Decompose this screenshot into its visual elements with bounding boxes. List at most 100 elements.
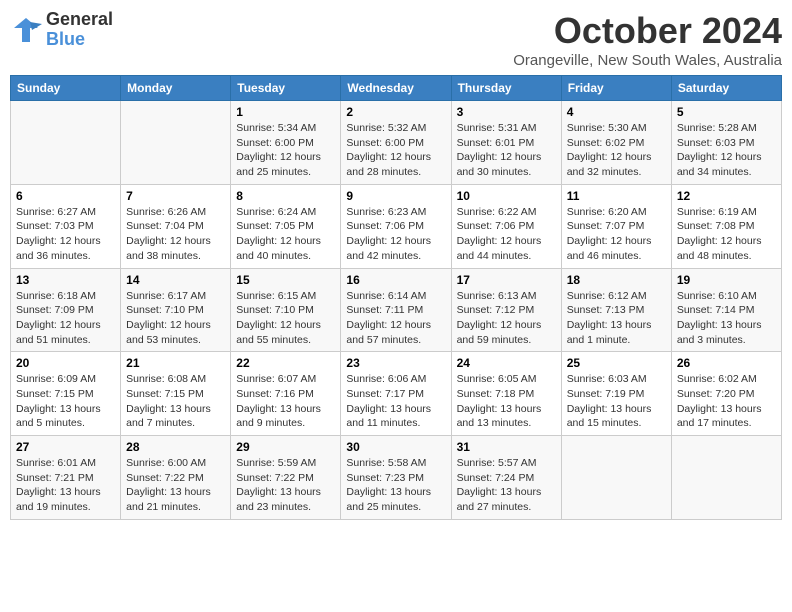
calendar-cell: 19 Sunrise: 6:10 AM Sunset: 7:14 PM Dayli…	[671, 268, 781, 352]
calendar-cell: 25Sunrise: 6:03 AM Sunset: 7:19 PM Dayli…	[561, 352, 671, 436]
calendar-cell	[561, 436, 671, 520]
calendar-week: 20 Sunrise: 6:09 AM Sunset: 7:15 PM Dayli…	[11, 352, 782, 436]
day-number: 21	[126, 356, 225, 370]
day-info: Sunrise: 5:32 AM Sunset: 6:00 PM Dayligh…	[346, 121, 445, 180]
day-number: 26	[677, 356, 776, 370]
day-number: 3	[457, 105, 556, 119]
calendar-cell: 31 Sunrise: 5:57 AM Sunset: 7:24 PM Dayli…	[451, 436, 561, 520]
day-number: 25	[567, 356, 666, 370]
calendar-cell: 24Sunrise: 6:05 AM Sunset: 7:18 PM Dayli…	[451, 352, 561, 436]
day-number: 12	[677, 189, 776, 203]
calendar-cell: 17 Sunrise: 6:13 AM Sunset: 7:12 PM Dayli…	[451, 268, 561, 352]
calendar-cell: 2 Sunrise: 5:32 AM Sunset: 6:00 PM Daylig…	[341, 101, 451, 185]
calendar-cell: 30 Sunrise: 5:58 AM Sunset: 7:23 PM Dayli…	[341, 436, 451, 520]
day-info: Sunrise: 6:23 AM Sunset: 7:06 PM Dayligh…	[346, 205, 445, 264]
calendar-cell: 12 Sunrise: 6:19 AM Sunset: 7:08 PM Dayli…	[671, 184, 781, 268]
day-number: 18	[567, 273, 666, 287]
page-header: General Blue October 2024 Orangeville, N…	[10, 10, 782, 69]
calendar-cell: 27Sunrise: 6:01 AM Sunset: 7:21 PM Dayli…	[11, 436, 121, 520]
calendar-cell: 21Sunrise: 6:08 AM Sunset: 7:15 PM Dayli…	[121, 352, 231, 436]
day-info: Sunrise: 5:58 AM Sunset: 7:23 PM Dayligh…	[346, 456, 445, 515]
calendar-week: 6Sunrise: 6:27 AM Sunset: 7:03 PM Daylig…	[11, 184, 782, 268]
day-number: 7	[126, 189, 225, 203]
day-number: 15	[236, 273, 335, 287]
day-number: 31	[457, 440, 556, 454]
weekday-header: Wednesday	[341, 76, 451, 101]
calendar-cell: 22 Sunrise: 6:07 AM Sunset: 7:16 PM Dayli…	[231, 352, 341, 436]
calendar-cell	[11, 101, 121, 185]
weekday-header: Sunday	[11, 76, 121, 101]
calendar-cell: 16 Sunrise: 6:14 AM Sunset: 7:11 PM Dayli…	[341, 268, 451, 352]
day-info: Sunrise: 6:17 AM Sunset: 7:10 PM Dayligh…	[126, 289, 225, 348]
calendar-body: 1 Sunrise: 5:34 AM Sunset: 6:00 PM Daylig…	[11, 101, 782, 520]
calendar-table: SundayMondayTuesdayWednesdayThursdayFrid…	[10, 75, 782, 520]
day-number: 28	[126, 440, 225, 454]
day-number: 23	[346, 356, 445, 370]
calendar-cell: 15 Sunrise: 6:15 AM Sunset: 7:10 PM Dayli…	[231, 268, 341, 352]
calendar-cell: 6Sunrise: 6:27 AM Sunset: 7:03 PM Daylig…	[11, 184, 121, 268]
day-number: 29	[236, 440, 335, 454]
day-number: 20	[16, 356, 115, 370]
calendar-week: 1 Sunrise: 5:34 AM Sunset: 6:00 PM Daylig…	[11, 101, 782, 185]
weekday-header: Friday	[561, 76, 671, 101]
calendar-cell: 13 Sunrise: 6:18 AM Sunset: 7:09 PM Dayli…	[11, 268, 121, 352]
calendar-cell: 14 Sunrise: 6:17 AM Sunset: 7:10 PM Dayli…	[121, 268, 231, 352]
weekday-header: Thursday	[451, 76, 561, 101]
logo-icon	[10, 14, 42, 46]
day-number: 19	[677, 273, 776, 287]
day-number: 6	[16, 189, 115, 203]
calendar-cell: 7 Sunrise: 6:26 AM Sunset: 7:04 PM Daylig…	[121, 184, 231, 268]
day-number: 1	[236, 105, 335, 119]
day-number: 30	[346, 440, 445, 454]
day-number: 17	[457, 273, 556, 287]
day-number: 27	[16, 440, 115, 454]
day-info: Sunrise: 5:34 AM Sunset: 6:00 PM Dayligh…	[236, 121, 335, 180]
day-info: Sunrise: 5:57 AM Sunset: 7:24 PM Dayligh…	[457, 456, 556, 515]
day-info: Sunrise: 6:02 AM Sunset: 7:20 PM Dayligh…	[677, 372, 776, 431]
day-info: Sunrise: 6:15 AM Sunset: 7:10 PM Dayligh…	[236, 289, 335, 348]
calendar-cell: 8Sunrise: 6:24 AM Sunset: 7:05 PM Daylig…	[231, 184, 341, 268]
day-number: 11	[567, 189, 666, 203]
day-info: Sunrise: 5:28 AM Sunset: 6:03 PM Dayligh…	[677, 121, 776, 180]
day-info: Sunrise: 6:13 AM Sunset: 7:12 PM Dayligh…	[457, 289, 556, 348]
calendar-cell: 29 Sunrise: 5:59 AM Sunset: 7:22 PM Dayli…	[231, 436, 341, 520]
calendar-week: 27Sunrise: 6:01 AM Sunset: 7:21 PM Dayli…	[11, 436, 782, 520]
day-info: Sunrise: 6:14 AM Sunset: 7:11 PM Dayligh…	[346, 289, 445, 348]
month-title: October 2024	[513, 10, 782, 52]
calendar-week: 13 Sunrise: 6:18 AM Sunset: 7:09 PM Dayli…	[11, 268, 782, 352]
day-number: 22	[236, 356, 335, 370]
calendar-header: SundayMondayTuesdayWednesdayThursdayFrid…	[11, 76, 782, 101]
weekday-header: Saturday	[671, 76, 781, 101]
calendar-cell	[121, 101, 231, 185]
calendar-cell: 28Sunrise: 6:00 AM Sunset: 7:22 PM Dayli…	[121, 436, 231, 520]
day-number: 4	[567, 105, 666, 119]
day-info: Sunrise: 6:19 AM Sunset: 7:08 PM Dayligh…	[677, 205, 776, 264]
day-info: Sunrise: 6:12 AM Sunset: 7:13 PM Dayligh…	[567, 289, 666, 348]
day-number: 9	[346, 189, 445, 203]
day-info: Sunrise: 6:26 AM Sunset: 7:04 PM Dayligh…	[126, 205, 225, 264]
day-info: Sunrise: 5:30 AM Sunset: 6:02 PM Dayligh…	[567, 121, 666, 180]
logo: General Blue	[10, 10, 113, 50]
calendar-cell: 26 Sunrise: 6:02 AM Sunset: 7:20 PM Dayli…	[671, 352, 781, 436]
day-number: 16	[346, 273, 445, 287]
day-number: 14	[126, 273, 225, 287]
day-info: Sunrise: 6:09 AM Sunset: 7:15 PM Dayligh…	[16, 372, 115, 431]
calendar-cell: 11 Sunrise: 6:20 AM Sunset: 7:07 PM Dayli…	[561, 184, 671, 268]
day-info: Sunrise: 6:20 AM Sunset: 7:07 PM Dayligh…	[567, 205, 666, 264]
day-number: 2	[346, 105, 445, 119]
calendar-cell: 9 Sunrise: 6:23 AM Sunset: 7:06 PM Daylig…	[341, 184, 451, 268]
calendar-cell: 20 Sunrise: 6:09 AM Sunset: 7:15 PM Dayli…	[11, 352, 121, 436]
calendar-cell: 1 Sunrise: 5:34 AM Sunset: 6:00 PM Daylig…	[231, 101, 341, 185]
day-info: Sunrise: 6:24 AM Sunset: 7:05 PM Dayligh…	[236, 205, 335, 264]
title-area: October 2024 Orangeville, New South Wale…	[513, 10, 782, 69]
location: Orangeville, New South Wales, Australia	[513, 52, 782, 69]
day-number: 24	[457, 356, 556, 370]
day-info: Sunrise: 6:07 AM Sunset: 7:16 PM Dayligh…	[236, 372, 335, 431]
day-number: 13	[16, 273, 115, 287]
calendar-cell	[671, 436, 781, 520]
day-info: Sunrise: 5:59 AM Sunset: 7:22 PM Dayligh…	[236, 456, 335, 515]
calendar-cell: 23Sunrise: 6:06 AM Sunset: 7:17 PM Dayli…	[341, 352, 451, 436]
day-info: Sunrise: 6:18 AM Sunset: 7:09 PM Dayligh…	[16, 289, 115, 348]
calendar-cell: 5Sunrise: 5:28 AM Sunset: 6:03 PM Daylig…	[671, 101, 781, 185]
day-info: Sunrise: 6:10 AM Sunset: 7:14 PM Dayligh…	[677, 289, 776, 348]
